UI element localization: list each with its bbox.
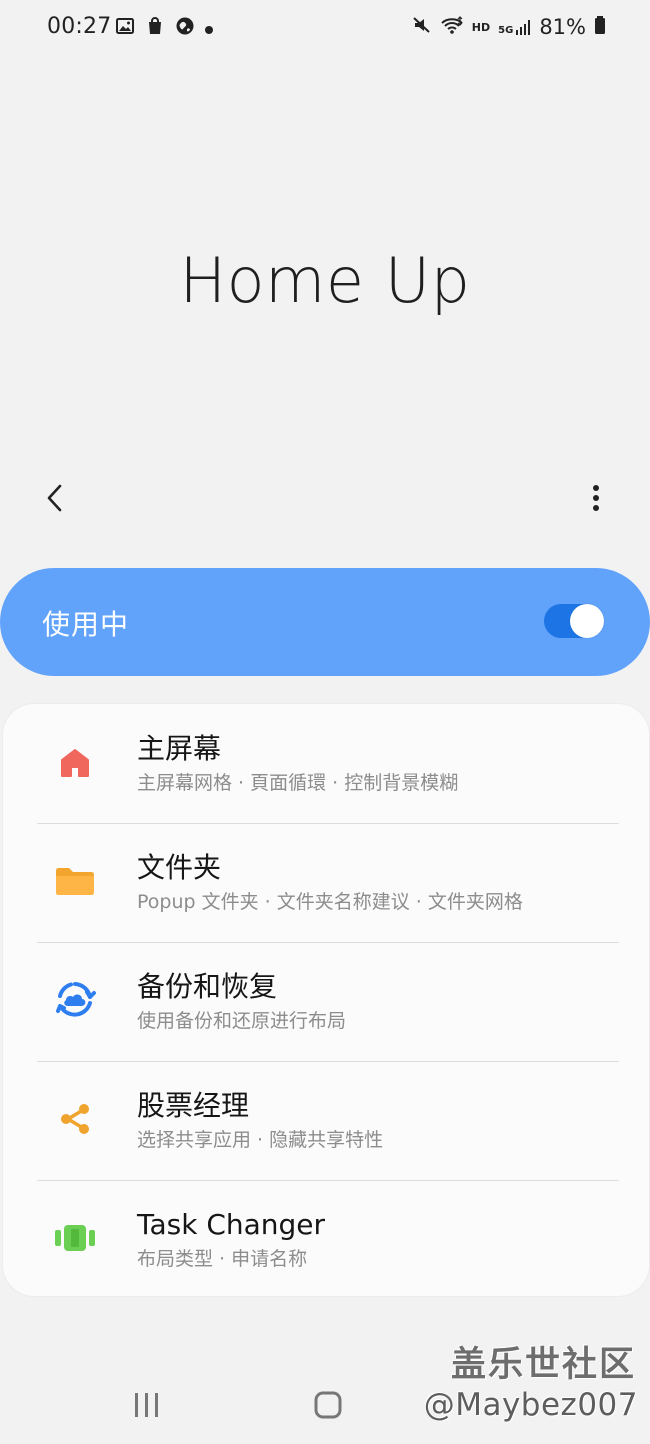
recents-button[interactable] bbox=[132, 1392, 162, 1422]
menu-item-subtitle: 主屏幕网格 · 頁面循環 · 控制背景模糊 bbox=[137, 772, 459, 794]
battery-text: 81% bbox=[539, 15, 586, 39]
menu-item-subtitle: 布局类型 · 申请名称 bbox=[137, 1248, 308, 1270]
back-button[interactable] bbox=[36, 480, 76, 520]
backup-restore-icon bbox=[53, 978, 97, 1022]
menu-divider bbox=[37, 1061, 619, 1062]
menu-item-folder[interactable]: 文件夹 Popup 文件夹 · 文件夹名称建议 · 文件夹网格 bbox=[3, 823, 649, 941]
home-nav-icon bbox=[313, 1390, 343, 1424]
battery-icon bbox=[594, 15, 606, 40]
menu-item-backup-restore[interactable]: 备份和恢复 使用备份和还原进行布局 bbox=[3, 942, 649, 1060]
back-icon bbox=[44, 484, 68, 516]
menu-item-subtitle: 选择共享应用 · 隐藏共享特性 bbox=[137, 1129, 384, 1151]
task-changer-icon bbox=[53, 1216, 97, 1260]
navigation-bar bbox=[0, 1374, 650, 1444]
menu-divider bbox=[37, 942, 619, 943]
hd-icon: HD bbox=[471, 20, 491, 34]
image-icon bbox=[115, 16, 135, 40]
folder-icon bbox=[53, 859, 97, 903]
globe-icon bbox=[175, 16, 195, 40]
home-icon bbox=[53, 740, 97, 784]
bag-icon bbox=[145, 16, 165, 40]
menu-item-home-screen[interactable]: 主屏幕 主屏幕网格 · 頁面循環 · 控制背景模糊 bbox=[3, 704, 649, 822]
more-options-button[interactable] bbox=[576, 480, 616, 520]
home-nav-button[interactable] bbox=[311, 1390, 345, 1424]
menu-divider bbox=[37, 823, 619, 824]
menu-item-title: 备份和恢复 bbox=[137, 970, 278, 1003]
settings-menu-card: 主屏幕 主屏幕网格 · 頁面循環 · 控制背景模糊 文件夹 Popup 文件夹 … bbox=[2, 703, 650, 1297]
menu-item-title: 文件夹 bbox=[137, 851, 222, 884]
network-5g-icon: 5G bbox=[498, 18, 531, 36]
page-title: Home Up bbox=[179, 244, 471, 317]
5g-label: 5G bbox=[498, 25, 514, 36]
menu-divider bbox=[37, 1180, 619, 1181]
menu-item-title: Task Changer bbox=[137, 1208, 326, 1241]
mute-icon bbox=[412, 15, 432, 40]
status-time: 00:27 bbox=[47, 14, 112, 39]
menu-item-title: 主屏幕 bbox=[137, 732, 222, 765]
status-left-icons bbox=[115, 16, 213, 40]
home-up-settings-screen: 00:27 HD 5G 81% Home Up 使用中 主屏幕 主屏幕网格 · … bbox=[0, 0, 650, 1444]
master-toggle-card[interactable]: 使用中 bbox=[0, 568, 650, 676]
share-icon bbox=[53, 1097, 97, 1141]
menu-item-task-changer[interactable]: Task Changer 布局类型 · 申请名称 bbox=[3, 1180, 649, 1296]
menu-item-share-manager[interactable]: 股票经理 选择共享应用 · 隐藏共享特性 bbox=[3, 1061, 649, 1179]
status-right: HD 5G 81% bbox=[412, 12, 606, 42]
switch-knob bbox=[570, 604, 604, 638]
toggle-label: 使用中 bbox=[42, 608, 130, 641]
master-switch[interactable] bbox=[544, 604, 604, 638]
more-icon bbox=[592, 484, 600, 516]
menu-item-title: 股票经理 bbox=[137, 1089, 250, 1122]
menu-item-subtitle: 使用备份和还原进行布局 bbox=[137, 1010, 347, 1032]
wifi-icon bbox=[440, 15, 464, 40]
status-bar: 00:27 HD 5G 81% bbox=[0, 0, 650, 56]
dot-icon bbox=[205, 19, 213, 38]
recents-icon bbox=[132, 1391, 162, 1423]
menu-item-subtitle: Popup 文件夹 · 文件夹名称建议 · 文件夹网格 bbox=[137, 891, 523, 913]
